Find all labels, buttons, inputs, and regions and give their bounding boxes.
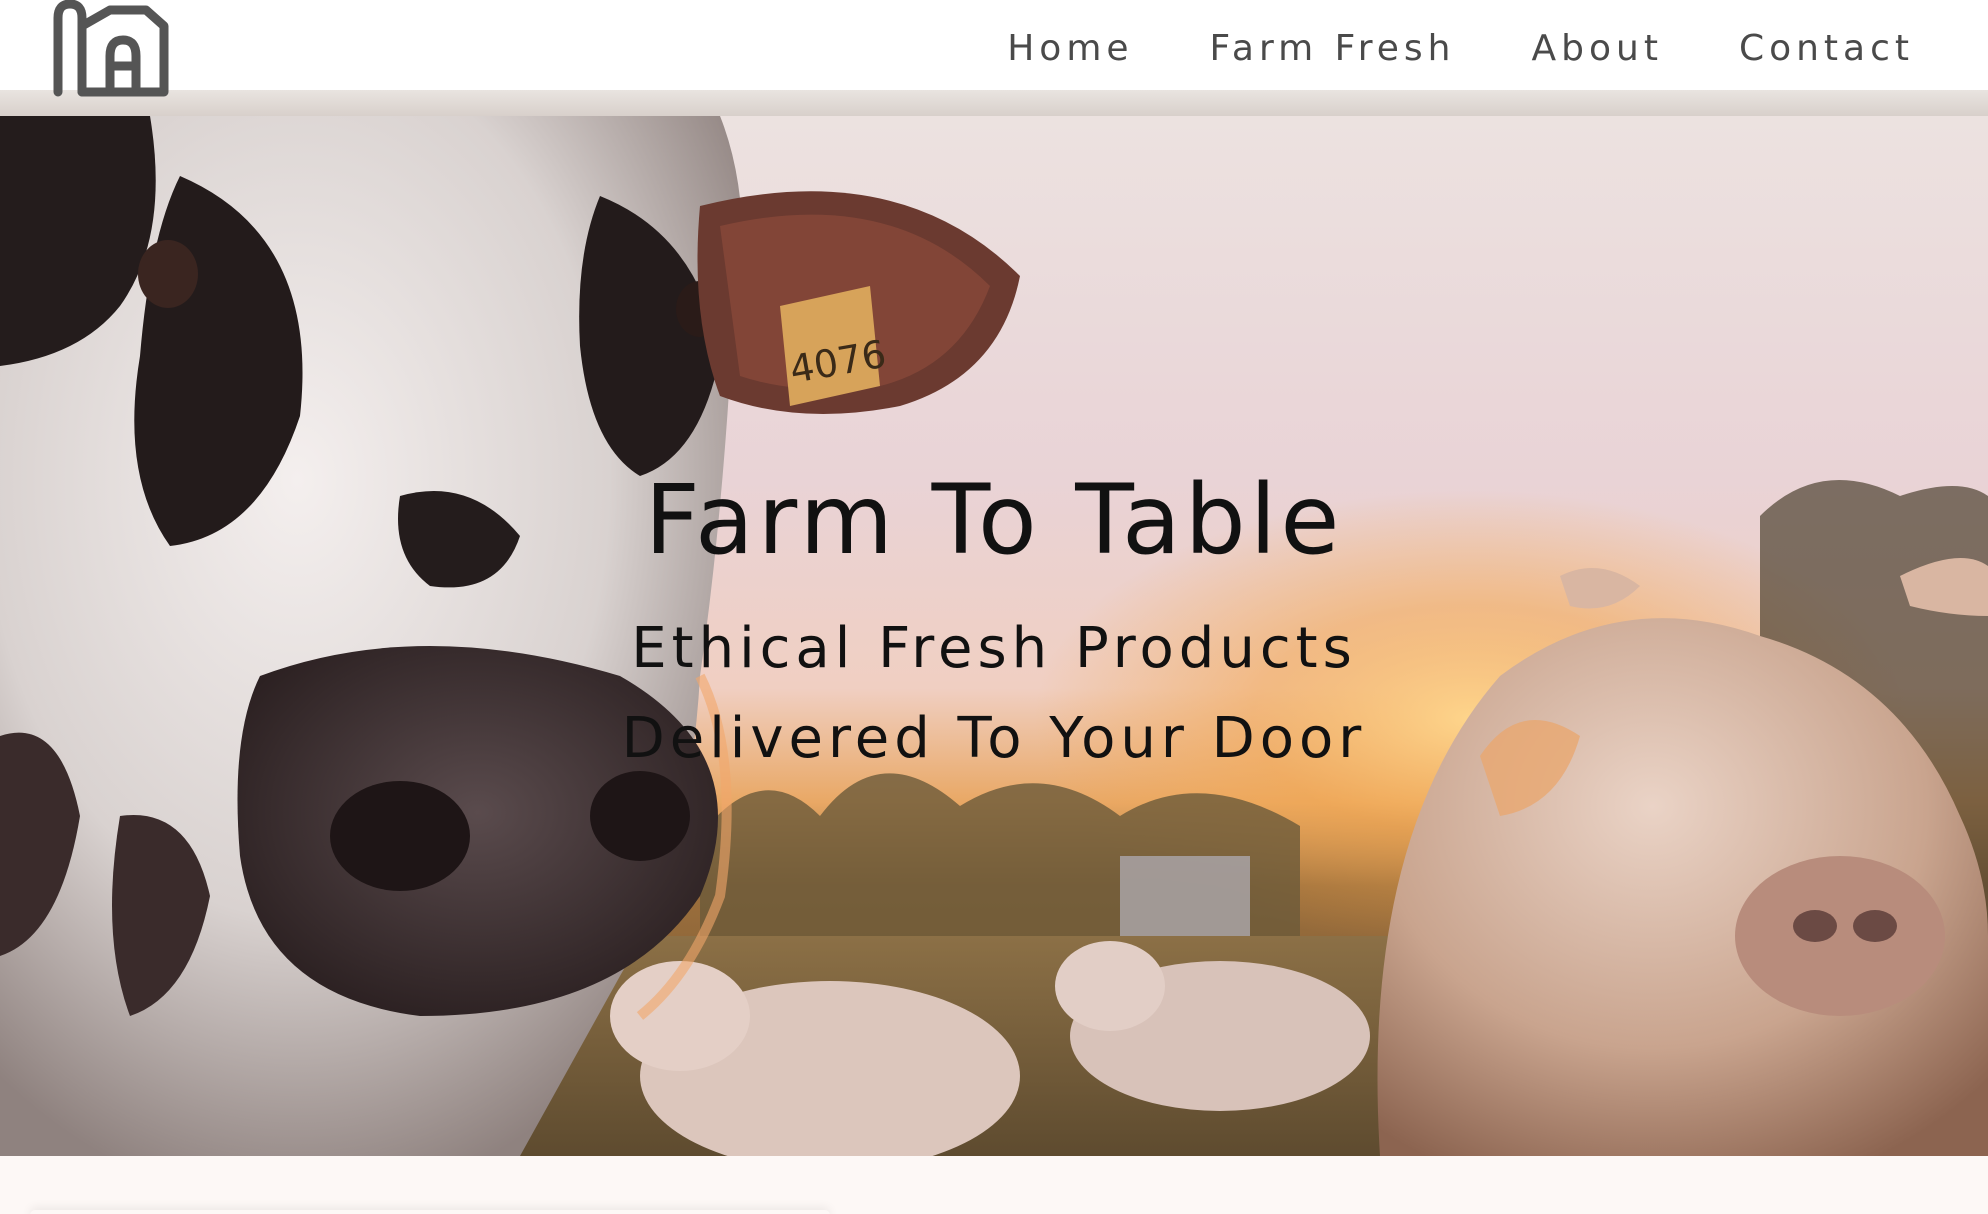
hero-section: 4076 Farm To Table Ethical Fresh Product… [0, 116, 1988, 1156]
hero-subtitle-line1: Ethical Fresh Products [631, 616, 1357, 681]
next-section [0, 1156, 1988, 1214]
header-shadow-band [0, 90, 1988, 116]
nav-item-home: Home [1007, 28, 1133, 69]
section-card-edge [30, 1210, 830, 1214]
hero-title: Farm To Table [644, 464, 1344, 576]
nav-link-home[interactable]: Home [1007, 28, 1133, 69]
nav-item-farm-fresh: Farm Fresh [1210, 28, 1456, 69]
nav-item-about: About [1532, 28, 1663, 69]
barn-a-icon[interactable] [52, 0, 172, 98]
page: Home Farm Fresh About Contact 4076 Farm … [0, 0, 1988, 1214]
nav-item-contact: Contact [1739, 28, 1914, 69]
nav-link-about[interactable]: About [1532, 28, 1663, 69]
hero-subtitle-line2: Delivered To Your Door [621, 706, 1367, 771]
nav-link-contact[interactable]: Contact [1739, 28, 1914, 69]
nav-list: Home Farm Fresh About Contact [1007, 28, 1914, 69]
site-header: Home Farm Fresh About Contact [0, 0, 1988, 97]
hero-copy: Farm To Table Ethical Fresh Products Del… [0, 116, 1988, 1156]
nav-link-farm-fresh[interactable]: Farm Fresh [1210, 28, 1456, 69]
